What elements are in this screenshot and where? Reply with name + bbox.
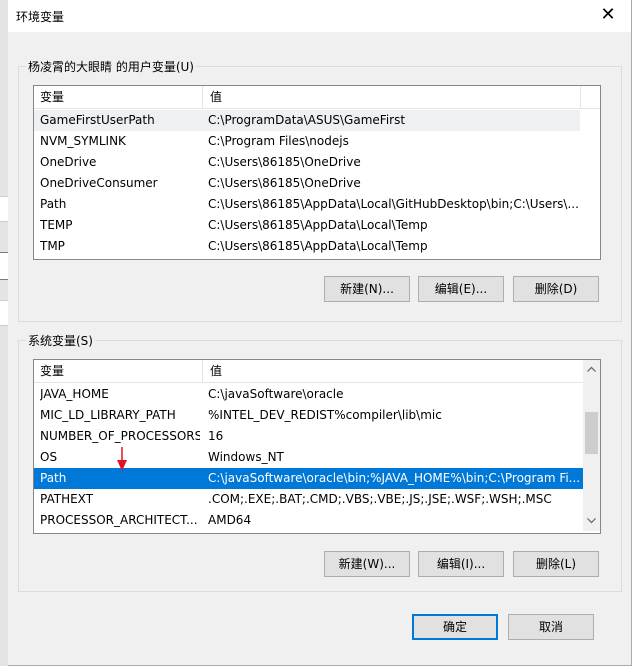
user-variables-label: 杨凌霄的大眼睛 的用户变量(U) — [26, 58, 196, 75]
user-new-button[interactable]: 新建(N)... — [324, 276, 410, 302]
variable-value: C:\javaSoftware\oracle\bin;%JAVA_HOME%\b… — [208, 471, 581, 485]
variable-name: TEMP — [40, 218, 73, 232]
column-divider[interactable] — [202, 360, 203, 382]
column-header-variable[interactable]: 变量 — [34, 86, 64, 108]
variable-value: C:\javaSoftware\oracle — [208, 387, 344, 401]
variable-name: Path — [40, 197, 67, 211]
column-divider[interactable] — [580, 86, 581, 108]
vertical-scrollbar[interactable] — [583, 360, 600, 531]
variable-value: Windows_NT — [208, 450, 284, 464]
close-icon[interactable]: ✕ — [585, 0, 631, 32]
system-delete-button[interactable]: 删除(L) — [513, 551, 599, 577]
background-field — [0, 196, 8, 222]
variable-name: PROCESSOR_ARCHITECT... — [40, 513, 198, 527]
user-delete-button[interactable]: 删除(D) — [513, 276, 599, 302]
chevron-up-icon[interactable] — [583, 362, 600, 379]
column-header-value[interactable]: 值 — [204, 86, 222, 108]
table-row[interactable]: TMP C:\Users\86185\AppData\Local\Temp — [34, 236, 580, 257]
list-header: 变量 值 — [34, 86, 600, 109]
table-row[interactable]: NUMBER_OF_PROCESSORS 16 — [34, 426, 583, 447]
table-row[interactable]: TEMP C:\Users\86185\AppData\Local\Temp — [34, 215, 580, 236]
dialog-title: 环境变量 — [16, 10, 65, 24]
variable-value: C:\Users\86185\OneDrive — [208, 176, 361, 190]
variable-value: C:\Program Files\nodejs — [208, 134, 349, 148]
cancel-button[interactable]: 取消 — [508, 614, 594, 640]
table-row[interactable]: MIC_LD_LIBRARY_PATH %INTEL_DEV_REDIST%co… — [34, 405, 583, 426]
table-row[interactable]: PATHEXT .COM;.EXE;.BAT;.CMD;.VBS;.VBE;.J… — [34, 489, 583, 510]
list-header: 变量 值 — [34, 360, 583, 383]
table-row[interactable]: GameFirstUserPath C:\ProgramData\ASUS\Ga… — [34, 110, 580, 131]
system-edit-button[interactable]: 编辑(I)... — [418, 551, 504, 577]
variable-name: TMP — [40, 239, 65, 253]
background-field — [0, 252, 8, 280]
table-row[interactable]: OneDriveConsumer C:\Users\86185\OneDrive — [34, 173, 580, 194]
column-header-value[interactable]: 值 — [204, 360, 222, 382]
table-row[interactable]: JAVA_HOME C:\javaSoftware\oracle — [34, 384, 583, 405]
table-row[interactable]: NVM_SYMLINK C:\Program Files\nodejs — [34, 131, 580, 152]
variable-value: %INTEL_DEV_REDIST%compiler\lib\mic — [208, 408, 442, 422]
table-row[interactable]: Path C:\Users\86185\AppData\Local\GitHub… — [34, 194, 580, 215]
variable-value: AMD64 — [208, 513, 252, 527]
variable-name: OneDriveConsumer — [40, 176, 158, 190]
variable-value: C:\Users\86185\AppData\Local\Temp — [208, 239, 428, 253]
ok-button[interactable]: 确定 — [412, 614, 498, 640]
system-new-button[interactable]: 新建(W)... — [324, 551, 410, 577]
title-bar: 环境变量 ✕ — [8, 0, 631, 32]
variable-name: OneDrive — [40, 155, 97, 169]
variable-value: C:\Users\86185\OneDrive — [208, 155, 361, 169]
variable-name: NVM_SYMLINK — [40, 134, 126, 148]
variable-value: 16 — [208, 429, 224, 443]
red-arrow-icon — [117, 447, 127, 471]
background-field — [0, 300, 8, 326]
variable-name: NUMBER_OF_PROCESSORS — [40, 429, 200, 443]
table-row[interactable]: PROCESSOR_ARCHITECT... AMD64 — [34, 510, 583, 531]
environment-variables-dialog: 环境变量 ✕ 杨凌霄的大眼睛 的用户变量(U) 变量 值 GameFirstUs… — [8, 0, 632, 666]
variable-name: JAVA_HOME — [40, 387, 109, 401]
table-row[interactable]: OneDrive C:\Users\86185\OneDrive — [34, 152, 580, 173]
variable-value: C:\Users\86185\AppData\Local\Temp — [208, 218, 428, 232]
variable-name: GameFirstUserPath — [40, 113, 155, 127]
variable-value: C:\ProgramData\ASUS\GameFirst — [208, 113, 406, 127]
variable-value: C:\Users\86185\AppData\Local\GitHubDeskt… — [208, 197, 579, 211]
user-variables-list[interactable]: 变量 值 GameFirstUserPath C:\ProgramData\AS… — [33, 85, 601, 260]
variable-name: MIC_LD_LIBRARY_PATH — [40, 408, 176, 422]
scrollbar-thumb[interactable] — [585, 412, 598, 454]
system-variables-label: 系统变量(S) — [26, 332, 95, 349]
column-divider[interactable] — [202, 86, 203, 108]
user-edit-button[interactable]: 编辑(E)... — [418, 276, 504, 302]
column-header-variable[interactable]: 变量 — [34, 360, 64, 382]
chevron-down-icon[interactable] — [583, 514, 600, 531]
background-window-strip — [0, 0, 8, 666]
variable-name: PATHEXT — [40, 492, 94, 506]
variable-value: .COM;.EXE;.BAT;.CMD;.VBS;.VBE;.JS;.JSE;.… — [208, 492, 552, 506]
